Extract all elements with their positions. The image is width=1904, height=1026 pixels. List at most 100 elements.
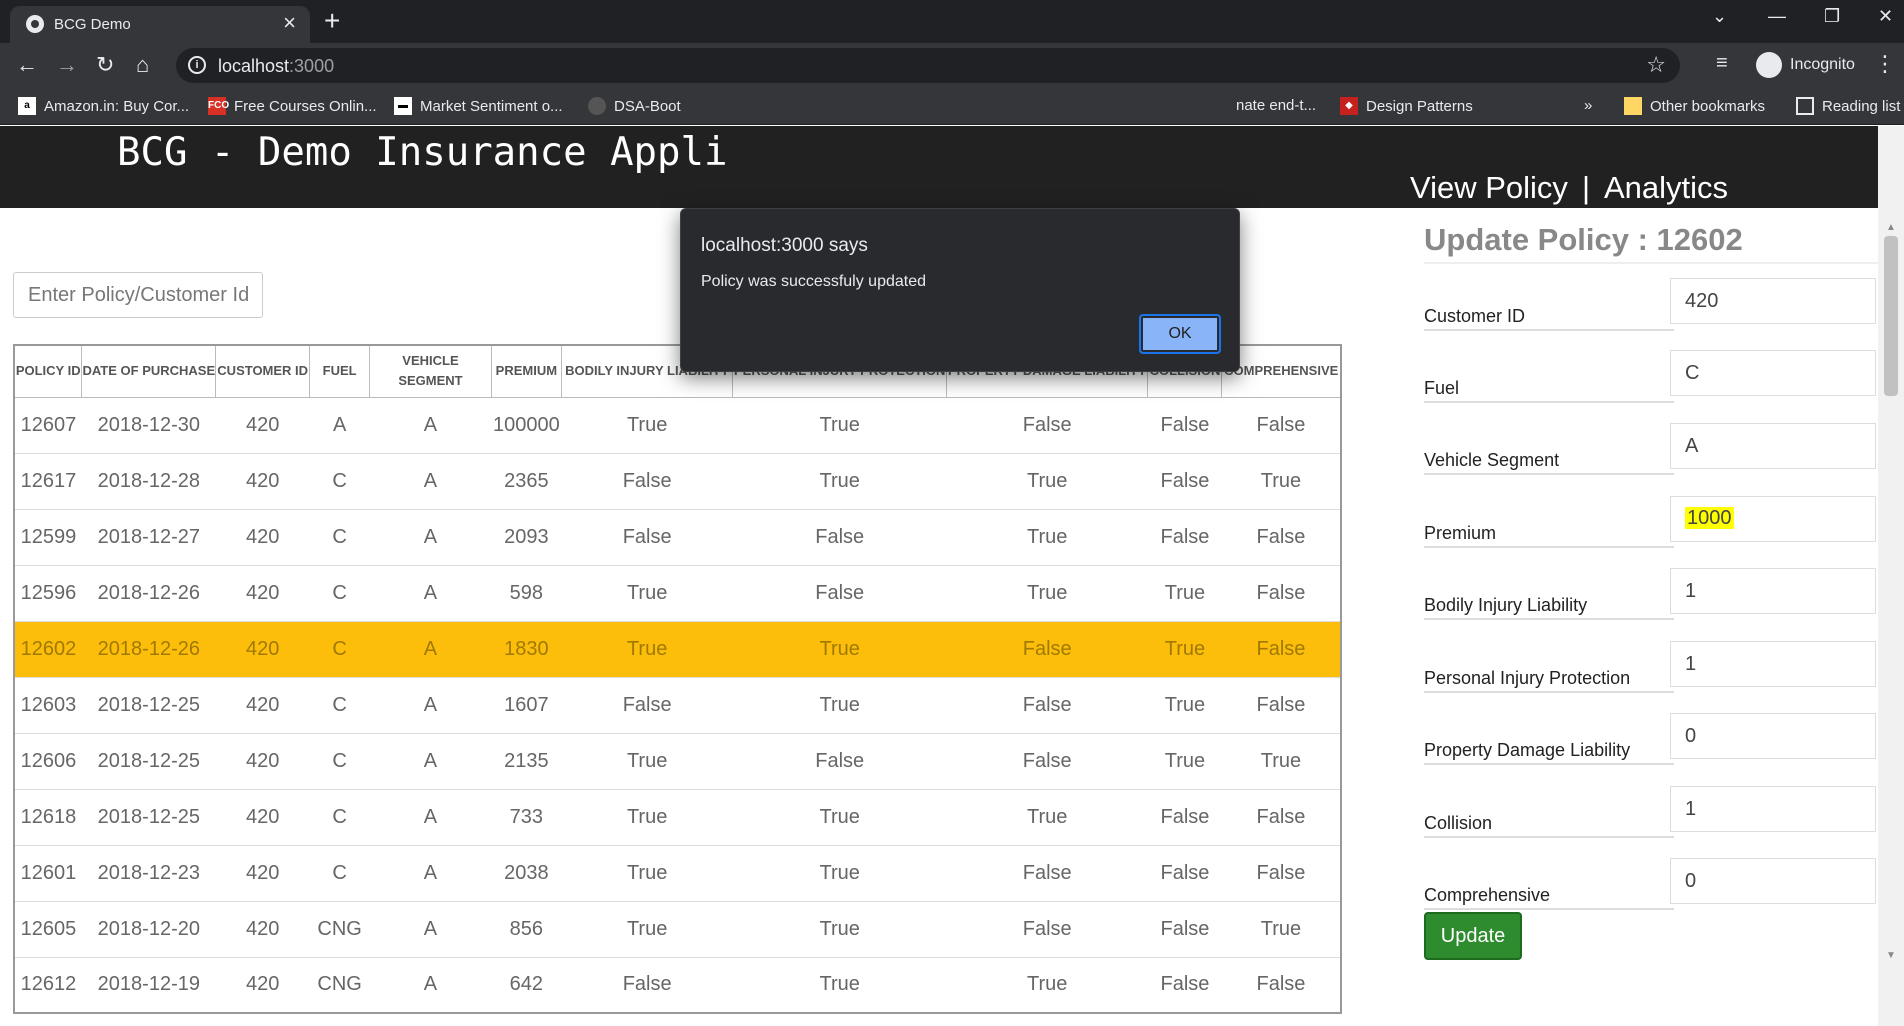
table-cell: 2018-12-26 [81,565,216,622]
column-header[interactable]: DATE OF PURCHASE [81,344,217,398]
close-window-icon[interactable]: ✕ [1878,6,1893,27]
scroll-up-icon[interactable]: ▲ [1886,222,1896,233]
table-cell: 598 [491,565,562,622]
bodily-injury-field[interactable] [1670,568,1876,614]
app-nav: View Policy | Analytics [1410,170,1728,206]
tab-search-icon[interactable]: ⌄ [1712,6,1727,27]
table-cell: True [732,789,947,846]
profile-label: Incognito [1790,56,1855,73]
address-bar[interactable]: i localhost:3000 ☆ [176,48,1680,83]
nav-view-policy[interactable]: View Policy [1410,170,1568,205]
forward-icon[interactable]: → [56,52,78,78]
scroll-down-icon[interactable]: ▼ [1886,950,1896,961]
table-cell: A [309,397,370,454]
table-row[interactable]: 12617 2018-12-28 420 C A 2365 False True True Fal… [14,453,1341,510]
bookmark-item[interactable]: FCO Free Courses Onlin... [208,97,377,115]
comprehensive-label: Comprehensive [1424,885,1674,910]
comprehensive-field[interactable] [1670,858,1876,904]
bookmark-star-icon[interactable]: ☆ [1646,52,1666,78]
update-button[interactable]: Update [1424,912,1522,960]
table-body: 12607 2018-12-30 420 A A 100000 True True False F… [14,397,1341,1014]
table-cell: A [369,957,492,1014]
scrollbar-thumb[interactable] [1884,236,1898,396]
table-cell: False [732,733,947,790]
table-row[interactable]: 12612 2018-12-19 420 CNG A 642 False True True Fa… [14,957,1341,1014]
url-text: localhost:3000 [218,56,335,76]
home-icon[interactable]: ⌂ [136,52,149,78]
search-input[interactable] [13,272,263,318]
table-cell: 420 [215,621,310,678]
table-cell: True [946,789,1148,846]
back-icon[interactable]: ← [16,52,38,78]
table-row[interactable]: 12602 2018-12-26 420 C A 1830 True True False Tru… [14,621,1341,678]
column-header[interactable]: VEHICLE SEGMENT [369,344,492,398]
design-patterns-icon: ◆ [1340,97,1358,115]
premium-field[interactable]: 1000 [1670,496,1876,542]
restore-icon[interactable]: ❐ [1824,6,1840,27]
reload-icon[interactable]: ↻ [96,52,114,78]
browser-tab[interactable]: BCG Demo × [10,6,310,43]
ok-button[interactable]: OK [1139,314,1221,354]
personal-injury-field[interactable] [1670,641,1876,687]
table-row[interactable]: 12596 2018-12-26 420 C A 598 True False True True… [14,565,1341,622]
table-cell: True [1147,621,1222,678]
page-scrollbar[interactable]: ▲ ▼ [1878,126,1904,1026]
bookmarks-overflow[interactable]: » [1584,97,1592,114]
table-cell: 420 [215,957,310,1014]
table-row[interactable]: 12601 2018-12-23 420 C A 2038 True True False Fal… [14,845,1341,902]
table-cell: 12607 [14,397,82,454]
bookmark-item[interactable]: DSA-Boot [588,97,681,115]
table-row[interactable]: 12618 2018-12-25 420 C A 733 True True True False… [14,789,1341,846]
table-cell: 2038 [491,845,562,902]
new-tab-icon[interactable]: + [324,7,340,35]
column-header[interactable]: PREMIUM [490,344,562,398]
media-control-icon[interactable]: ≡ [1716,52,1728,75]
column-header[interactable]: FUEL [309,344,371,398]
table-cell: C [309,733,370,790]
nav-analytics[interactable]: Analytics [1604,170,1728,205]
table-cell: True [1221,901,1341,958]
bookmark-item[interactable]: nate end-t... [1236,97,1316,114]
site-info-icon[interactable]: i [188,56,206,74]
table-cell: True [946,565,1148,622]
table-row[interactable]: 12599 2018-12-27 420 C A 2093 False False True Fa… [14,509,1341,566]
table-cell: 2365 [491,453,562,510]
bookmark-item[interactable]: a Amazon.in: Buy Cor... [18,97,189,115]
vehicle-segment-field[interactable] [1670,423,1876,469]
table-row[interactable]: 12603 2018-12-25 420 C A 1607 False True False Tr… [14,677,1341,734]
table-cell: C [309,789,370,846]
menu-icon[interactable]: ⋮ [1874,51,1896,77]
table-cell: False [561,677,733,734]
column-header[interactable]: POLICY ID [13,344,83,398]
collision-field[interactable] [1670,786,1876,832]
table-cell: A [369,509,492,566]
app-header: BCG - Demo Insurance Appli View Policy | A… [0,126,1878,208]
table-cell: False [1147,397,1222,454]
table-cell: 12596 [14,565,82,622]
table-cell: False [561,453,733,510]
bookmark-item[interactable]: ▬ Market Sentiment o... [394,97,563,115]
reading-list[interactable]: Reading list [1796,97,1900,115]
column-header[interactable]: CUSTOMER ID [215,344,311,398]
fuel-field[interactable] [1670,350,1876,396]
close-tab-icon[interactable]: × [283,12,296,34]
table-cell: False [1221,845,1341,902]
table-row[interactable]: 12607 2018-12-30 420 A A 100000 True True False F… [14,397,1341,454]
property-damage-field[interactable] [1670,713,1876,759]
table-cell: True [561,621,733,678]
table-cell: True [946,509,1148,566]
minimize-icon[interactable]: — [1768,6,1786,27]
table-cell: A [369,453,492,510]
table-cell: True [561,565,733,622]
table-row[interactable]: 12605 2018-12-20 420 CNG A 856 True True False Fa… [14,901,1341,958]
table-cell: 1830 [491,621,562,678]
table-cell: True [1221,453,1341,510]
table-cell: 2018-12-30 [81,397,216,454]
incognito-profile[interactable]: Incognito [1756,50,1855,80]
bookmark-item[interactable]: ◆ Design Patterns [1340,97,1473,115]
customer-id-field[interactable] [1670,278,1876,324]
table-cell: True [561,901,733,958]
table-cell: 100000 [491,397,562,454]
table-row[interactable]: 12606 2018-12-25 420 C A 2135 True False False Tr… [14,733,1341,790]
other-bookmarks[interactable]: Other bookmarks [1624,97,1765,115]
